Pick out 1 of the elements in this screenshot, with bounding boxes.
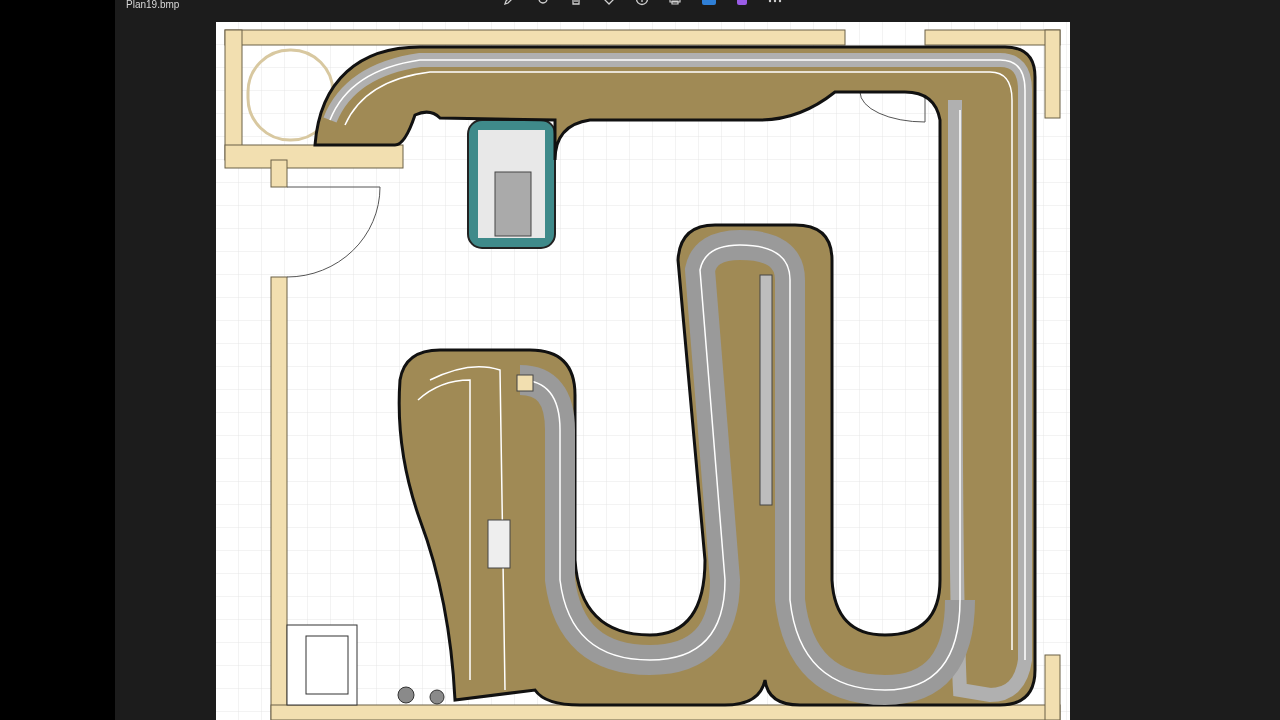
window-title: Plan19.bmp [126,0,180,12]
